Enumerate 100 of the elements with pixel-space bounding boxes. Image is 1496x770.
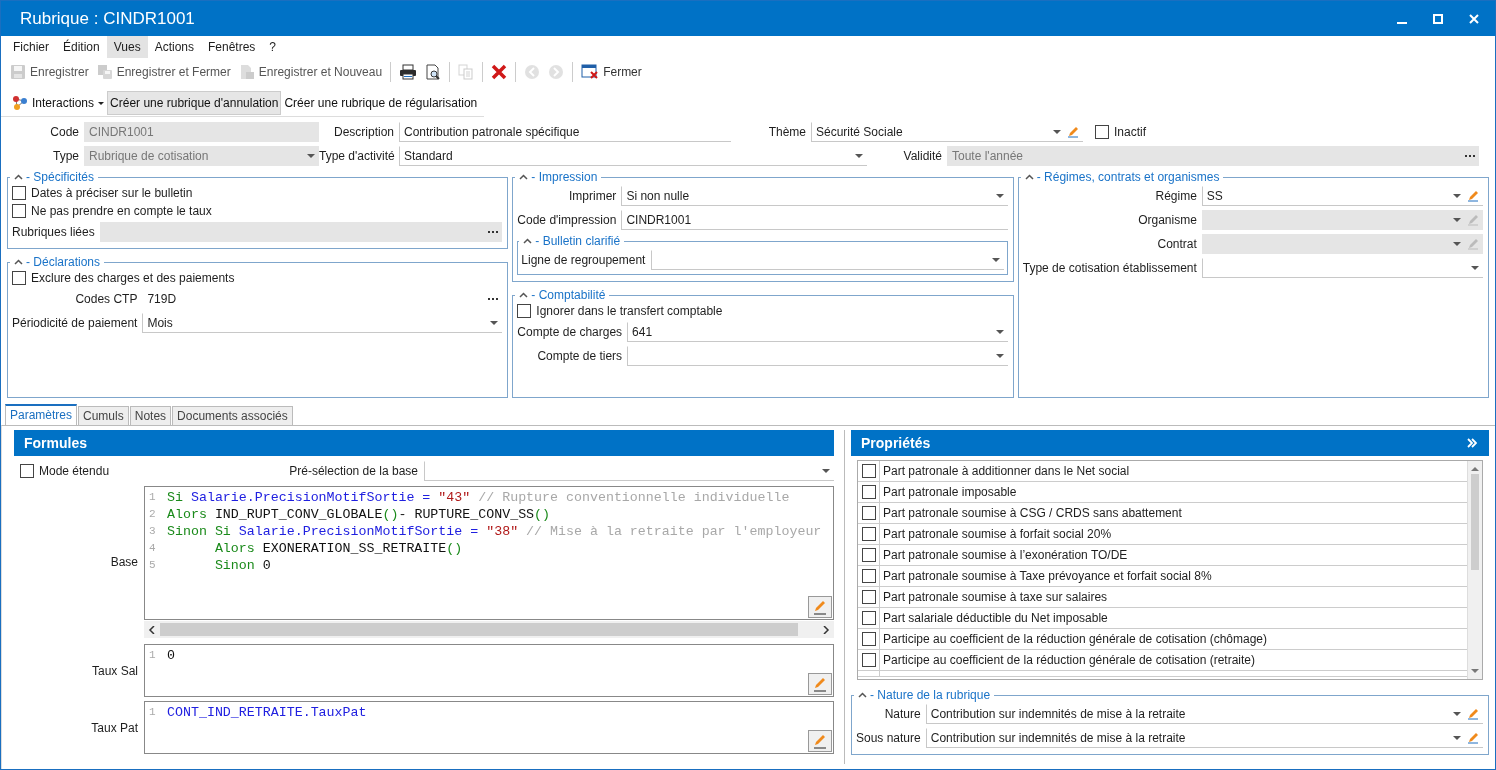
group-title: - Nature de la rubrique [870,688,991,702]
edit-button[interactable] [808,730,832,752]
menu-item[interactable]: Vues [106,36,148,58]
panel-title: Propriétés [861,435,931,451]
pencil-icon [1067,126,1079,138]
tab[interactable]: Paramètres [5,404,78,425]
scroll-up-icon[interactable] [1471,466,1479,471]
dropdown-field[interactable]: SS [1201,186,1483,206]
action-button[interactable]: Créer une rubrique de régularisation [281,91,481,115]
code-line: Sinon Si Salarie.PrecisionMotifSortie = "38" // Mise à la retraite par l'employeur [167,523,822,540]
dropdown-caret-icon [822,469,830,473]
scroll-right-icon[interactable] [822,625,830,634]
property-label: Part patronale soumise à CSG / CRDS sans abattement [882,505,1182,522]
checkbox[interactable] [1095,125,1109,139]
maximize-icon[interactable] [1433,13,1443,24]
code-editor[interactable]: 1 0 [144,644,834,697]
dropdown-field[interactable]: Sécurité Sociale [811,122,1083,142]
line-number: 1 [149,648,157,663]
menu-item[interactable]: ? [262,36,284,58]
checkbox[interactable] [861,569,876,583]
field-label: Thème [767,125,807,139]
tab[interactable]: Documents associés [172,406,293,425]
code-line: Sinon 0 [213,557,271,574]
vertical-scrollbar[interactable] [1467,461,1482,679]
dropdown-caret-icon [1053,130,1061,134]
dropdown-field[interactable]: Mois [142,313,503,333]
dropdown-caret-icon [1471,266,1479,270]
checkbox[interactable] [12,271,26,285]
checkbox[interactable] [861,632,876,646]
close-icon[interactable] [1469,13,1479,24]
collapse-chevron-icon[interactable] [1024,174,1034,180]
action-button[interactable]: Créer une rubrique d'annulation [107,91,282,115]
checkbox[interactable] [861,653,876,667]
tab[interactable]: Notes [129,406,172,425]
floppy-disk-icon [96,64,113,80]
field-label: Taux Pat [90,720,139,735]
code-line: Alors EXONERATION_SS_RETRAITE() [213,540,463,557]
checkbox[interactable] [12,204,26,218]
checkbox[interactable] [861,590,876,604]
dropdown-field[interactable]: Si non nulle [621,186,1008,206]
checkbox[interactable] [517,304,532,318]
checkbox[interactable] [861,506,876,520]
field-label: Validité [902,149,943,163]
line-number: 1 [149,705,157,720]
field-label: Taux Sal [90,663,139,678]
text-field[interactable]: Contribution patronale spécifique [399,122,731,142]
dropdown-field[interactable]: Standard [399,146,867,166]
scrollbar-thumb[interactable] [1471,474,1479,570]
checkbox[interactable] [861,464,876,478]
double-chevron-icon[interactable] [1467,438,1477,448]
checkbox[interactable] [20,464,34,478]
menu-item[interactable]: Fichier [6,36,56,58]
pencil-icon [812,599,828,615]
field-label: Contrat [1156,237,1197,251]
tab[interactable]: Cumuls [78,406,129,425]
collapse-chevron-icon[interactable] [519,174,529,180]
code-line: 0 [167,647,175,664]
checkbox[interactable] [12,186,26,200]
toolbar-button[interactable]: Fermer [578,62,645,82]
code-editor[interactable] [144,486,834,620]
group-title: - Déclarations [26,255,101,269]
pencil-icon [1467,238,1479,250]
edit-button[interactable] [808,596,832,618]
checkbox[interactable] [861,611,876,625]
field-label: Pré-sélection de la base [289,464,419,478]
edit-button[interactable] [808,673,832,695]
dropdown-field[interactable]: 641 [627,322,1008,342]
horizontal-scrollbar[interactable] [144,621,834,638]
line-number: 1 [149,490,157,505]
dropdown-caret-icon [995,330,1004,334]
code-line: CONT_IND_RETRAITE.TauxPat [167,704,367,721]
scroll-down-icon[interactable] [1471,669,1479,674]
property-label: Part patronale à additionner dans le Net social [882,463,1130,480]
menu-item[interactable]: Fenêtres [201,36,263,58]
collapse-chevron-icon[interactable] [519,292,529,298]
group-title: - Spécificités [26,170,95,184]
group-title: - Régimes, contrats et organismes [1036,170,1220,184]
checkbox[interactable] [861,485,876,499]
code-line: Si Salarie.PrecisionMotifSortie = "43" // Rupture conventionnelle individuelle [167,489,790,506]
pencil-icon [1467,708,1479,720]
checkbox[interactable] [861,548,876,562]
menu-item[interactable]: Édition [56,36,107,58]
collapse-chevron-icon[interactable] [14,259,23,265]
pencil-icon [1467,214,1479,226]
dropdown-caret-icon [1453,218,1461,222]
dropdown-caret-icon [1453,736,1461,740]
collapse-chevron-icon[interactable] [858,692,867,698]
code-editor[interactable]: 1 CONT_IND_RETRAITE.TauxPat [144,701,834,754]
scroll-left-icon[interactable] [148,625,156,634]
text-field[interactable]: CINDR1001 [621,210,1008,230]
dropdown-field[interactable]: Contribution sur indemnités de mise à la retraite [925,728,1483,748]
scrollbar-thumb[interactable] [160,623,798,636]
code-line: Alors IND_RUPT_CONV_GLOBALE()- RUPTURE_CONV_SS() [167,506,551,523]
collapse-chevron-icon[interactable] [523,238,533,244]
menu-item[interactable]: Actions [147,36,201,58]
interactions-menu-button[interactable]: Interactions [9,91,108,115]
network-nodes-icon [12,95,28,111]
checkbox[interactable] [861,527,876,541]
collapse-chevron-icon[interactable] [14,174,23,180]
dropdown-field[interactable]: Contribution sur indemnités de mise à la retraite [925,704,1483,724]
